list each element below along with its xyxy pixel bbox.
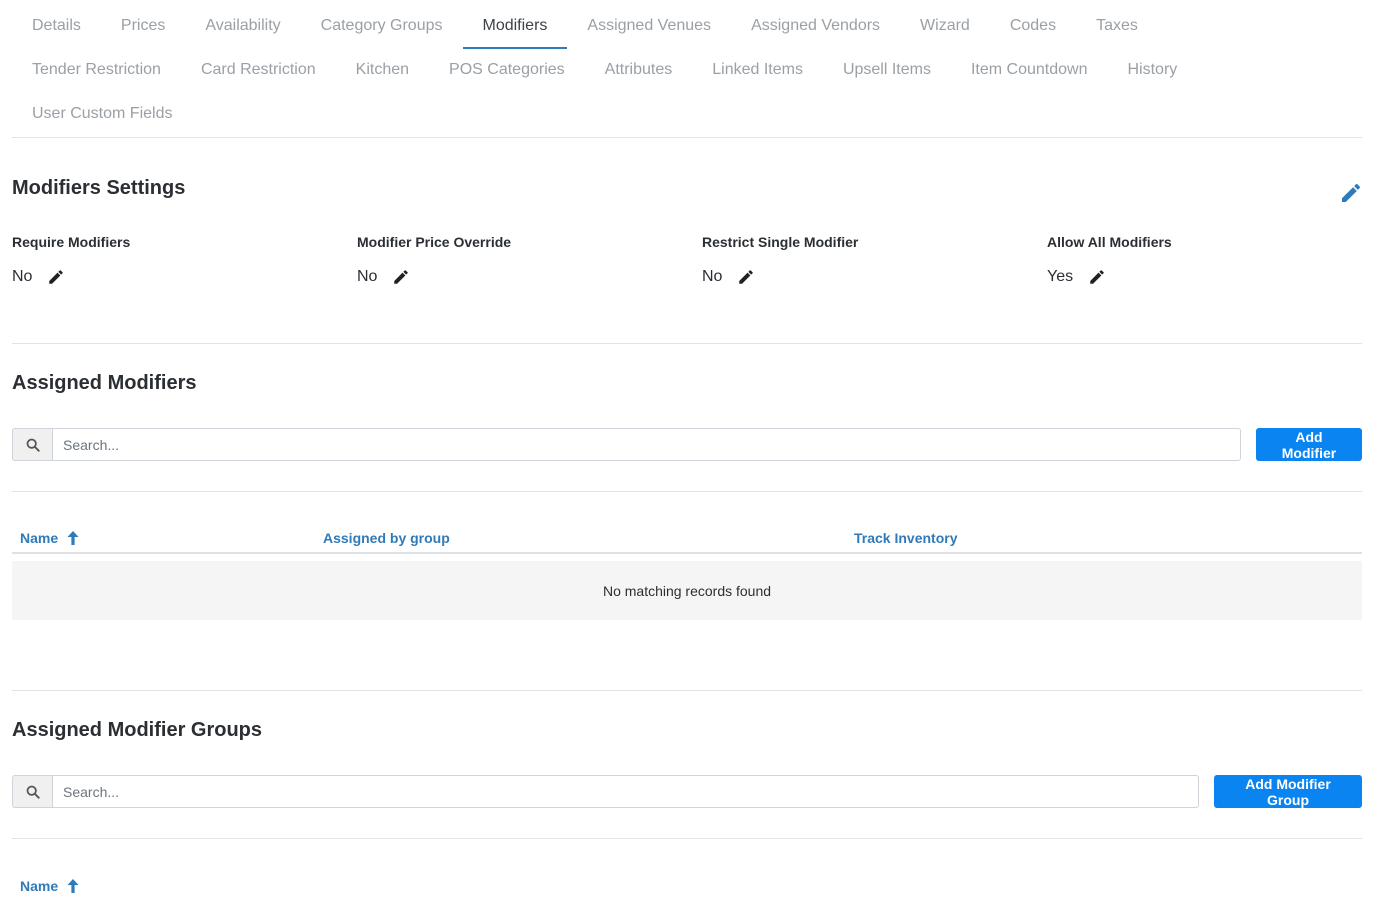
- sort-ascending-icon: [67, 531, 79, 545]
- tab-prices[interactable]: Prices: [101, 4, 185, 48]
- tab-tender-restriction[interactable]: Tender Restriction: [12, 48, 181, 92]
- divider: [12, 690, 1362, 691]
- column-header-track-inventory[interactable]: Track Inventory: [854, 530, 958, 546]
- pencil-icon[interactable]: [392, 268, 410, 286]
- tab-codes[interactable]: Codes: [990, 4, 1076, 48]
- tab-category-groups[interactable]: Category Groups: [301, 4, 463, 48]
- modifiers-table-header: Name Assigned by group Track Inventory: [12, 524, 1362, 554]
- settings-grid: Require Modifiers No Modifier Price Over…: [12, 234, 1376, 286]
- modifiers-search-group: [12, 428, 1241, 461]
- tab-wizard[interactable]: Wizard: [900, 4, 990, 48]
- column-header-assigned-by-group[interactable]: Assigned by group: [323, 530, 450, 546]
- pencil-icon[interactable]: [1339, 181, 1363, 205]
- tab-item-countdown[interactable]: Item Countdown: [951, 48, 1108, 92]
- pencil-icon[interactable]: [1088, 268, 1106, 286]
- divider: [12, 838, 1362, 839]
- search-icon: [26, 785, 40, 799]
- tab-user-custom-fields[interactable]: User Custom Fields: [12, 92, 192, 136]
- tab-bar: Details Prices Availability Category Groups…: [12, 4, 1362, 138]
- modifier-groups-table-header: Name: [12, 871, 1362, 901]
- add-modifier-button[interactable]: Add Modifier: [1256, 428, 1362, 461]
- tab-row: Tender Restriction Card Restriction Kitche…: [12, 48, 1362, 92]
- search-icon: [26, 438, 40, 452]
- tab-assigned-vendors[interactable]: Assigned Vendors: [731, 4, 900, 48]
- column-header-name[interactable]: Name: [20, 878, 79, 894]
- tab-row: User Custom Fields: [12, 92, 1362, 136]
- tab-modifiers[interactable]: Modifiers: [462, 4, 568, 49]
- assigned-modifiers-title: Assigned Modifiers: [12, 372, 197, 394]
- setting-value: No: [12, 268, 33, 285]
- assigned-modifier-groups-title: Assigned Modifier Groups: [12, 719, 263, 741]
- column-header-label: Track Inventory: [854, 530, 958, 546]
- tab-row: Details Prices Availability Category Groups…: [12, 4, 1362, 49]
- tab-upsell-items[interactable]: Upsell Items: [823, 48, 951, 92]
- pencil-icon[interactable]: [47, 268, 65, 286]
- setting-label: Restrict Single Modifier: [702, 234, 859, 250]
- tab-linked-items[interactable]: Linked Items: [692, 48, 823, 92]
- modifiers-search-input[interactable]: [52, 428, 1241, 461]
- search-addon: [12, 428, 52, 461]
- setting-label: Modifier Price Override: [357, 234, 512, 250]
- setting-value: No: [357, 268, 378, 285]
- tab-assigned-venues[interactable]: Assigned Venues: [567, 4, 731, 48]
- pencil-icon[interactable]: [737, 268, 755, 286]
- setting-restrict-single-modifier: Restrict Single Modifier No: [702, 234, 1047, 286]
- modifier-groups-search-group: [12, 775, 1199, 808]
- setting-label: Allow All Modifiers: [1047, 234, 1172, 250]
- divider: [12, 491, 1362, 492]
- tab-kitchen[interactable]: Kitchen: [336, 48, 429, 92]
- setting-require-modifiers: Require Modifiers No: [12, 234, 357, 286]
- column-header-name[interactable]: Name: [20, 530, 79, 546]
- tab-pos-categories[interactable]: POS Categories: [429, 48, 585, 92]
- column-header-label: Name: [20, 530, 59, 546]
- setting-value: Yes: [1047, 268, 1074, 285]
- sort-ascending-icon: [67, 879, 79, 893]
- setting-value: No: [702, 268, 723, 285]
- search-addon: [12, 775, 52, 808]
- setting-allow-all-modifiers: Allow All Modifiers Yes: [1047, 234, 1376, 286]
- tab-history[interactable]: History: [1108, 48, 1198, 92]
- tab-attributes[interactable]: Attributes: [585, 48, 693, 92]
- modifier-groups-search-input[interactable]: [52, 775, 1199, 808]
- empty-message: No matching records found: [602, 582, 772, 599]
- empty-table-row: No matching records found: [12, 561, 1362, 620]
- tab-details[interactable]: Details: [12, 4, 101, 48]
- tab-availability[interactable]: Availability: [185, 4, 300, 48]
- setting-label: Require Modifiers: [12, 234, 131, 250]
- add-modifier-group-button[interactable]: Add Modifier Group: [1214, 775, 1362, 808]
- column-header-label: Name: [20, 878, 59, 894]
- modifiers-settings-title: Modifiers Settings: [12, 177, 186, 199]
- tab-card-restriction[interactable]: Card Restriction: [181, 48, 336, 92]
- column-header-label: Assigned by group: [323, 530, 450, 546]
- setting-modifier-price-override: Modifier Price Override No: [357, 234, 702, 286]
- tab-taxes[interactable]: Taxes: [1076, 4, 1158, 48]
- divider: [12, 343, 1362, 344]
